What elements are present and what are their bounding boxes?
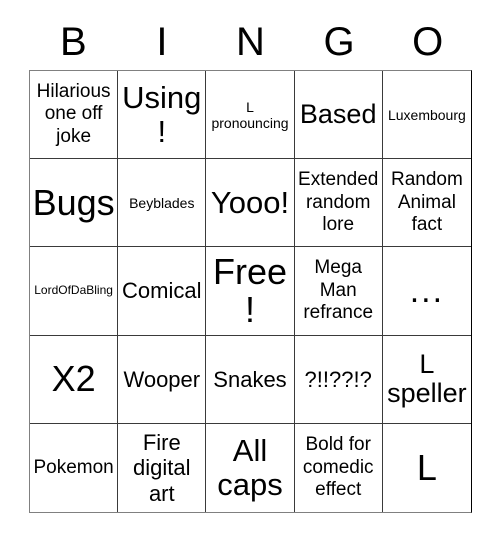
bingo-cell-label: Fire digital art bbox=[133, 429, 191, 506]
bingo-cell-label: Snakes bbox=[213, 366, 287, 392]
bingo-cell[interactable]: Snakes bbox=[206, 335, 295, 424]
bingo-cell[interactable]: Pokemon bbox=[30, 423, 119, 512]
bingo-cell-label: Using ! bbox=[122, 80, 202, 149]
bingo-grid: Hilarious one off joke Using ! L pronounci… bbox=[29, 70, 472, 513]
header-letter-b: B bbox=[59, 20, 87, 64]
bingo-cell[interactable]: X2 bbox=[30, 335, 119, 424]
bingo-cell[interactable]: Based bbox=[294, 71, 383, 160]
bingo-cell-label: Wooper bbox=[123, 366, 201, 392]
bingo-cell-label: Free! bbox=[212, 251, 287, 330]
bingo-cell-label: ?!!??!? bbox=[304, 366, 372, 392]
bingo-cell-label: ... bbox=[409, 271, 445, 310]
bingo-card: B I N G O Hilarious one off joke Using ! L… bbox=[0, 0, 500, 544]
bingo-cell[interactable]: L speller bbox=[382, 335, 471, 424]
bingo-cell-label: Luxembourg bbox=[387, 106, 466, 123]
bingo-cell-label: Hilarious one off joke bbox=[36, 80, 111, 147]
header-letter-n: N bbox=[236, 20, 265, 64]
bingo-cell[interactable]: L pronouncing bbox=[206, 71, 295, 160]
bingo-cell[interactable]: Bold for comedic effect bbox=[294, 423, 383, 512]
bingo-cell-label: LordOfDaBling bbox=[34, 283, 113, 298]
bingo-cell[interactable]: Mega Man refrance bbox=[294, 247, 383, 336]
bingo-cell[interactable]: Bugs bbox=[30, 159, 119, 248]
bingo-cell-free[interactable]: Free! bbox=[206, 247, 295, 336]
bingo-cell-label: Based bbox=[299, 98, 377, 129]
bingo-cell[interactable]: ... bbox=[382, 247, 471, 336]
header-letter-o: O bbox=[412, 20, 444, 64]
bingo-cell-label: Pokemon bbox=[33, 456, 114, 478]
bingo-cell-label: X2 bbox=[51, 358, 96, 400]
bingo-cell-label: Bold for comedic effect bbox=[302, 434, 374, 501]
bingo-cell-label: L bbox=[416, 446, 437, 488]
bingo-cell-label: Random Animal fact bbox=[390, 169, 463, 235]
header-letter-i: I bbox=[156, 20, 168, 64]
bingo-cell[interactable]: Wooper bbox=[118, 335, 207, 424]
bingo-header-row: B I N G O bbox=[29, 14, 472, 70]
bingo-cell-label: Beyblades bbox=[129, 194, 195, 211]
bingo-cell[interactable]: Random Animal fact bbox=[382, 159, 471, 248]
header-letter-g: G bbox=[323, 20, 355, 64]
bingo-cell-label: L speller bbox=[387, 348, 467, 409]
bingo-cell[interactable]: Extended random lore bbox=[294, 159, 383, 248]
bingo-cell[interactable]: L bbox=[382, 423, 471, 512]
bingo-cell-label: Extended random lore bbox=[298, 169, 379, 235]
bingo-cell[interactable]: LordOfDaBling bbox=[30, 247, 119, 336]
bingo-cell-label: Yooo! bbox=[210, 185, 290, 221]
bingo-cell-label: Bugs bbox=[32, 181, 115, 223]
bingo-cell[interactable]: Hilarious one off joke bbox=[30, 71, 119, 160]
bingo-cell[interactable]: All caps bbox=[206, 423, 295, 512]
bingo-cell-label: Mega Man refrance bbox=[303, 257, 374, 324]
bingo-cell[interactable]: Comical bbox=[118, 247, 207, 336]
bingo-cell[interactable]: Luxembourg bbox=[382, 71, 471, 160]
bingo-cell[interactable]: ?!!??!? bbox=[294, 335, 383, 424]
bingo-cell[interactable]: Fire digital art bbox=[118, 423, 207, 512]
bingo-cell-label: All caps bbox=[217, 433, 283, 502]
bingo-cell[interactable]: Using ! bbox=[118, 71, 207, 160]
bingo-cell[interactable]: Yooo! bbox=[206, 159, 295, 248]
bingo-cell-label: Comical bbox=[122, 278, 202, 304]
bingo-cell-label: L pronouncing bbox=[211, 98, 289, 131]
bingo-cell[interactable]: Beyblades bbox=[118, 159, 207, 248]
